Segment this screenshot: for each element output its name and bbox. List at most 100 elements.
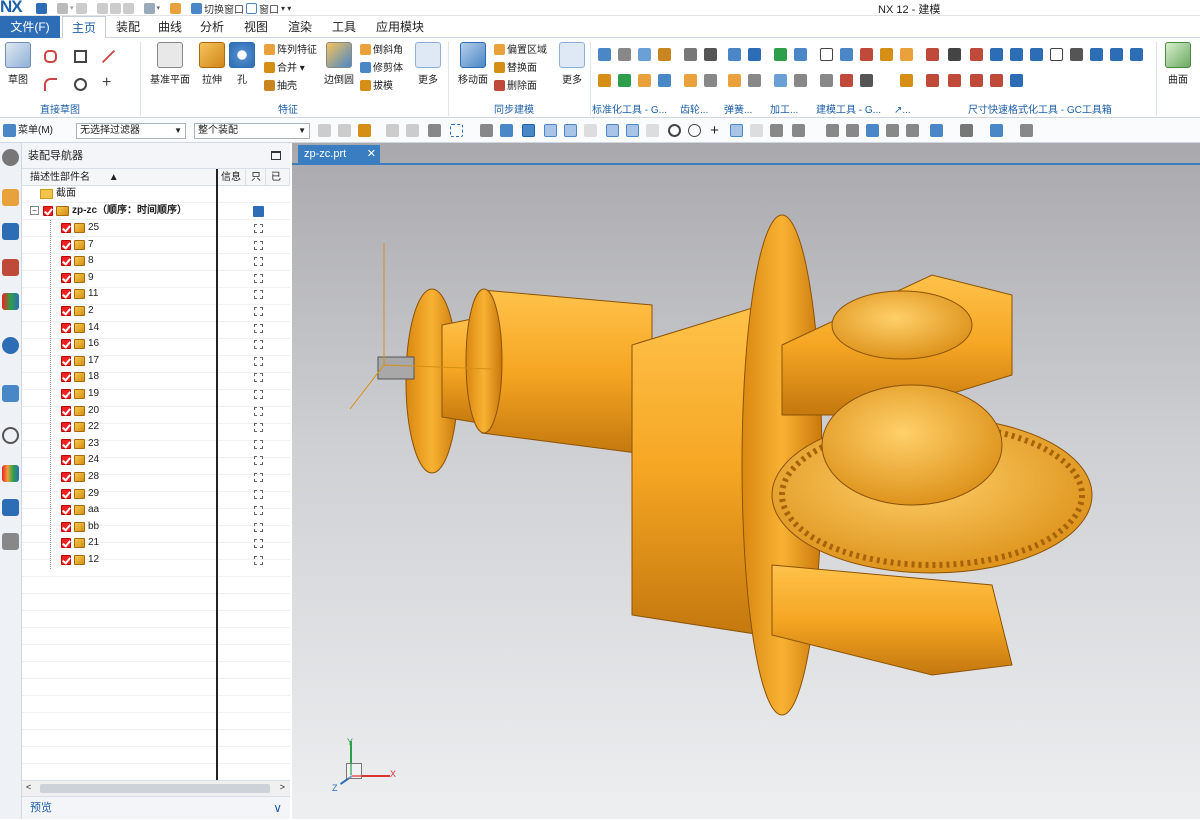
snap-icon[interactable]: + — [708, 123, 721, 138]
datum-plane-button[interactable]: 基准平面 — [150, 42, 190, 86]
process-studio-icon[interactable] — [2, 499, 19, 516]
snap-icon[interactable] — [544, 124, 557, 137]
paste-icon[interactable] — [122, 2, 134, 14]
web-browser-icon[interactable] — [2, 337, 19, 354]
system-materials-icon[interactable] — [2, 465, 19, 482]
spring-tool-icon[interactable] — [748, 48, 761, 61]
tree-part-node[interactable]: 9 — [22, 270, 290, 287]
chamfer-button[interactable]: 倒斜角 — [360, 44, 403, 58]
checkbox-icon[interactable] — [61, 455, 71, 466]
scrollbar-thumb[interactable] — [40, 784, 270, 793]
gear-tool-icon[interactable] — [704, 74, 717, 87]
readonly-checkbox[interactable] — [254, 406, 263, 416]
snap-icon[interactable] — [688, 124, 701, 137]
history-icon[interactable] — [2, 385, 19, 402]
line-icon[interactable] — [102, 50, 115, 63]
clock-icon[interactable] — [2, 427, 19, 444]
switch-window-button[interactable]: 切换窗口 — [204, 1, 244, 16]
file-menu[interactable]: 文件(F) — [0, 16, 60, 38]
tree-part-node[interactable]: 11 — [22, 286, 290, 303]
gc-tool-icon[interactable] — [618, 74, 631, 87]
checkbox-icon[interactable] — [61, 405, 71, 416]
view-tool-icon[interactable] — [866, 124, 879, 137]
select-tool-icon[interactable] — [318, 124, 331, 137]
checkbox-icon[interactable] — [61, 289, 71, 300]
roles-icon[interactable] — [2, 533, 19, 550]
tree-part-node[interactable]: 29 — [22, 486, 290, 503]
checkbox-icon[interactable] — [61, 223, 71, 233]
more-feature-button[interactable]: 更多 — [412, 42, 444, 86]
readonly-checkbox[interactable] — [254, 556, 263, 565]
dimension-tool-icon[interactable] — [1110, 48, 1123, 61]
scope-dropdown[interactable]: 整个装配 ▼ — [194, 123, 310, 139]
tree-root-node[interactable]: − zp-zc（顺序：时间顺序） — [22, 203, 290, 220]
tree-part-node[interactable]: 7 — [22, 237, 290, 254]
snap-icon[interactable] — [522, 124, 535, 137]
touch-mode-icon[interactable] — [170, 2, 182, 14]
dimension-tool-icon[interactable] — [990, 74, 1003, 87]
document-tab[interactable]: zp-zc.prt ✕ — [298, 145, 380, 163]
readonly-checkbox[interactable] — [254, 323, 263, 333]
tree-part-node[interactable]: 19 — [22, 386, 290, 403]
graphics-window[interactable]: zp-zc.prt ✕ Y X Z — [292, 143, 1200, 819]
threaded-stub[interactable] — [377, 356, 415, 380]
select-tool-icon[interactable] — [406, 124, 419, 137]
readonly-checkbox[interactable] — [254, 273, 263, 283]
readonly-checkbox[interactable] — [254, 522, 263, 532]
collapse-icon[interactable]: − — [30, 206, 39, 215]
maximize-icon[interactable] — [271, 151, 281, 160]
edge-blend-button[interactable]: 边倒圆 — [322, 42, 356, 86]
unite-button[interactable]: 合并 ▾ — [264, 62, 305, 76]
gc-tool-icon[interactable] — [618, 48, 631, 61]
cut-icon[interactable] — [96, 2, 108, 14]
gear-tool-icon[interactable] — [684, 48, 697, 61]
tree-part-node[interactable]: 17 — [22, 353, 290, 370]
checkbox-icon[interactable] — [61, 472, 71, 482]
view-tool-icon[interactable] — [1020, 124, 1033, 137]
dimension-tool-icon[interactable] — [990, 48, 1003, 61]
tree-section-node[interactable]: 截面 — [22, 186, 290, 203]
misc-tool-icon[interactable] — [900, 48, 913, 61]
checkbox-icon[interactable] — [61, 505, 71, 516]
machining-tool-icon[interactable] — [774, 48, 787, 61]
differential-case[interactable] — [821, 384, 1003, 506]
checkbox-icon[interactable] — [61, 521, 71, 532]
replace-face-button[interactable]: 替换面 — [494, 62, 537, 76]
tree-part-node[interactable]: 12 — [22, 552, 290, 569]
checkbox-icon[interactable] — [61, 422, 71, 433]
dimension-tool-icon[interactable] — [1010, 48, 1023, 61]
checkbox-icon[interactable] — [61, 488, 71, 499]
select-tool-icon[interactable] — [428, 124, 441, 137]
modeling-tool-icon[interactable] — [860, 74, 873, 87]
save-icon[interactable] — [36, 2, 47, 14]
copy-icon[interactable] — [109, 2, 121, 14]
tree-part-node[interactable]: 16 — [22, 336, 290, 353]
tree-part-node[interactable]: bb — [22, 519, 290, 536]
modeling-tool-icon[interactable] — [840, 74, 853, 87]
scroll-right-icon[interactable]: > — [280, 782, 285, 792]
tab-render[interactable]: 渲染 — [282, 16, 318, 38]
pattern-feature-button[interactable]: 阵列特征 — [264, 44, 317, 58]
tab-curve[interactable]: 曲线 — [152, 16, 188, 38]
tree-part-node[interactable]: 21 — [22, 535, 290, 552]
checkbox-icon[interactable] — [61, 256, 71, 267]
part-navigator-icon[interactable] — [2, 259, 19, 276]
tree-part-node[interactable]: 23 — [22, 436, 290, 453]
sketch-button[interactable]: 草图 — [0, 42, 36, 86]
checkbox-icon[interactable] — [61, 239, 71, 250]
spring-tool-icon[interactable] — [728, 74, 741, 87]
close-icon[interactable]: ✕ — [367, 145, 376, 163]
machining-tool-icon[interactable] — [774, 74, 787, 87]
view-tool-icon[interactable] — [886, 124, 899, 137]
box-select-icon[interactable] — [450, 124, 463, 137]
checkbox-icon[interactable] — [61, 555, 71, 565]
tree-part-node[interactable]: 25 — [22, 220, 290, 237]
more-sync-button[interactable]: 更多 — [556, 42, 588, 86]
view-tool-icon[interactable] — [960, 124, 973, 137]
readonly-checkbox[interactable] — [254, 307, 263, 316]
dimension-tool-icon[interactable] — [970, 74, 983, 87]
arc-icon[interactable] — [44, 78, 57, 91]
dimension-tool-icon[interactable] — [926, 48, 939, 61]
view-tool-icon[interactable] — [990, 124, 1003, 137]
readonly-checkbox[interactable] — [254, 373, 263, 383]
